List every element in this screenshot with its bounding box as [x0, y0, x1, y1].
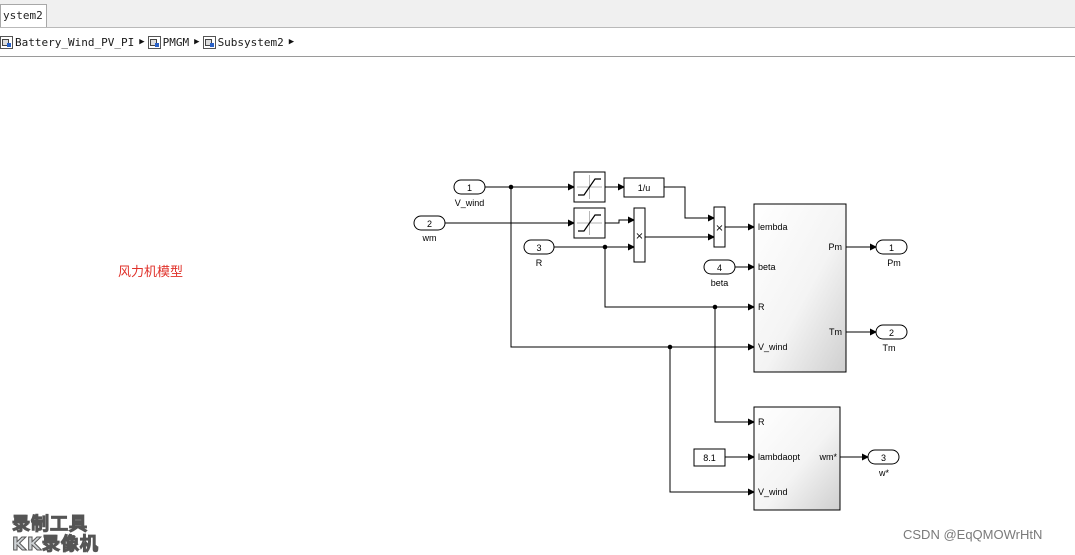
outport-label: Pm — [887, 258, 901, 268]
inport-number: 1 — [467, 183, 472, 193]
port-label: R — [758, 417, 765, 427]
inport-wm[interactable]: 2 wm — [413, 215, 446, 243]
model-canvas[interactable]: 风力机模型 1 V_wind 2 wm 3 R 4 beta 1/u × × l… — [0, 57, 1075, 555]
tab-subsystem2[interactable]: ystem2 — [0, 4, 47, 27]
port-label: Pm — [829, 242, 843, 252]
outport-number: 3 — [881, 453, 886, 463]
breadcrumb-item-subsystem2[interactable]: Subsystem2 — [202, 35, 284, 49]
reciprocal-label: 1/u — [638, 183, 651, 193]
outport-pm[interactable]: 1 Pm — [875, 239, 908, 268]
breadcrumb-item-pmgm[interactable]: PMGM — [147, 35, 190, 49]
turbine-subsystem[interactable]: lembda beta R V_wind Pm Tm — [753, 203, 847, 373]
port-label: V_wind — [758, 342, 788, 352]
saturation-block-2[interactable] — [573, 207, 606, 239]
speed-ref-subsystem[interactable]: R lambdaopt V_wind wm* — [753, 406, 841, 511]
outport-label: Tm — [883, 343, 896, 353]
product-symbol: × — [635, 231, 643, 242]
breadcrumb-item-battery[interactable]: Battery_Wind_PV_PI — [0, 35, 135, 49]
inport-number: 4 — [717, 263, 722, 273]
watermark-line: KK录像机 — [12, 534, 99, 555]
tab-bar: ystem2 — [0, 0, 1075, 28]
port-label: Tm — [829, 327, 842, 337]
port-label: beta — [758, 262, 776, 272]
port-label: V_wind — [758, 487, 788, 497]
constant-block[interactable]: 8.1 — [693, 448, 726, 467]
breadcrumb-label: Battery_Wind_PV_PI — [15, 35, 135, 49]
breadcrumb-label: PMGM — [162, 35, 190, 49]
port-label: R — [758, 302, 765, 312]
block-diagram: 1 V_wind 2 wm 3 R 4 beta 1/u × × lembda … — [413, 171, 908, 511]
inport-label: R — [536, 258, 543, 268]
chevron-right-icon[interactable]: ▶ — [194, 37, 199, 47]
reciprocal-block[interactable]: 1/u — [623, 177, 665, 198]
model-icon — [0, 35, 13, 49]
footer-credit: CSDN @EqQMOWrHtN — [903, 527, 1043, 542]
inport-number: 2 — [427, 219, 432, 229]
chevron-right-icon[interactable]: ▶ — [289, 37, 294, 47]
recorder-watermark: 录制工具 KK录像机 — [12, 514, 132, 555]
saturation-block-1[interactable] — [573, 171, 606, 203]
inport-label: beta — [711, 278, 729, 288]
product-symbol: × — [715, 223, 723, 234]
inport-r[interactable]: 3 R — [523, 239, 555, 268]
port-label: wm* — [819, 452, 838, 462]
inport-v-wind[interactable]: 1 V_wind — [453, 179, 486, 208]
outport-tm[interactable]: 2 Tm — [875, 324, 908, 353]
constant-value: 8.1 — [703, 453, 716, 463]
inport-beta[interactable]: 4 beta — [703, 259, 736, 288]
breadcrumb: Battery_Wind_PV_PI ▶ PMGM ▶ Subsystem2 ▶ — [0, 28, 1075, 57]
watermark-line: 录制工具 — [12, 514, 88, 535]
outport-label: w* — [878, 468, 889, 478]
inport-label: V_wind — [455, 198, 485, 208]
chevron-right-icon[interactable]: ▶ — [139, 37, 144, 47]
port-label: lembda — [758, 222, 788, 232]
inport-number: 3 — [536, 243, 541, 253]
outport-w-star[interactable]: 3 w* — [867, 449, 900, 478]
product-block-1[interactable]: × — [633, 207, 646, 263]
product-block-2[interactable]: × — [713, 206, 726, 248]
outport-number: 2 — [889, 328, 894, 338]
port-label: lambdaopt — [758, 452, 801, 462]
subsystem-icon — [147, 35, 161, 49]
inport-label: wm — [422, 233, 437, 243]
outport-number: 1 — [889, 243, 894, 253]
breadcrumb-label: Subsystem2 — [217, 35, 284, 49]
subsystem-icon — [202, 35, 216, 49]
